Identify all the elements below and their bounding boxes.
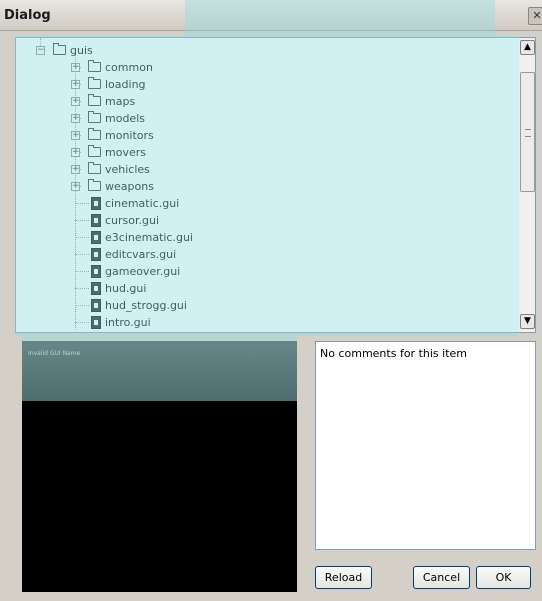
tree-item-label: gameover.gui: [105, 265, 181, 278]
expand-icon[interactable]: +: [71, 131, 80, 140]
folder-icon: [88, 145, 101, 157]
expand-icon[interactable]: +: [71, 148, 80, 157]
tree-item[interactable]: hud.gui: [16, 280, 519, 297]
tree-item-label: hud.gui: [105, 282, 147, 295]
tree-item[interactable]: hud_strogg.gui: [16, 297, 519, 314]
preview-text: Invalid GUI Name: [28, 350, 81, 357]
expand-icon[interactable]: +: [71, 80, 80, 89]
folder-icon: [88, 179, 101, 191]
tree-item-label: monitors: [105, 129, 154, 142]
tree-item[interactable]: + vehicles: [16, 161, 519, 178]
folder-icon: [88, 162, 101, 174]
tree-item-label: guis: [70, 44, 93, 57]
gui-preview: Invalid GUI Name: [22, 341, 297, 592]
file-icon: [91, 299, 101, 312]
tree-item-label: movers: [105, 146, 146, 159]
file-icon: [91, 316, 101, 329]
file-icon: [91, 282, 101, 295]
file-icon: [91, 197, 101, 210]
expand-icon[interactable]: +: [71, 63, 80, 72]
title-bar: Dialog ✕: [0, 0, 542, 31]
file-icon: [91, 265, 101, 278]
comments-text: No comments for this item: [320, 347, 467, 360]
folder-icon: [88, 128, 101, 140]
tree-rows: − guis + common + loading + maps + models + monitor…: [16, 38, 519, 332]
tree-item[interactable]: + maps: [16, 93, 519, 110]
tree-item[interactable]: + loading: [16, 76, 519, 93]
tree-item-label: common: [105, 61, 153, 74]
expand-icon[interactable]: +: [71, 182, 80, 191]
chevron-down-icon: ▼: [524, 316, 531, 326]
chevron-up-icon: ▲: [524, 42, 531, 52]
tree-item[interactable]: gameover.gui: [16, 263, 519, 280]
tree-item[interactable]: intro.gui: [16, 314, 519, 331]
tree-item[interactable]: − guis: [16, 42, 519, 59]
tree-item[interactable]: e3cinematic.gui: [16, 229, 519, 246]
collapse-icon[interactable]: −: [36, 46, 45, 55]
scroll-down-button[interactable]: ▼: [520, 314, 535, 329]
tree-item[interactable]: cursor.gui: [16, 212, 519, 229]
window-title: Dialog: [4, 8, 51, 23]
tree-item-label: loading: [105, 78, 146, 91]
tree-item-label: intro.gui: [105, 316, 151, 329]
tree-item-label: weapons: [105, 180, 154, 193]
folder-icon: [88, 60, 101, 72]
tree-item-label: editcvars.gui: [105, 248, 177, 261]
file-icon: [91, 248, 101, 261]
close-icon: ✕: [532, 9, 542, 22]
expand-icon[interactable]: +: [71, 114, 80, 123]
comments-box[interactable]: No comments for this item: [315, 341, 536, 550]
tree-item-label: models: [105, 112, 145, 125]
tree-item[interactable]: + movers: [16, 144, 519, 161]
file-icon: [91, 214, 101, 227]
ok-button[interactable]: OK: [476, 566, 531, 589]
tree-item[interactable]: + common: [16, 59, 519, 76]
tree-item-label: cinematic.gui: [105, 197, 180, 210]
expand-icon[interactable]: +: [71, 97, 80, 106]
reload-button[interactable]: Reload: [315, 566, 372, 589]
tree-item-label: e3cinematic.gui: [105, 231, 193, 244]
file-icon: [91, 231, 101, 244]
tree-item[interactable]: + models: [16, 110, 519, 127]
folder-icon: [88, 77, 101, 89]
expand-icon[interactable]: +: [71, 165, 80, 174]
folder-icon: [88, 94, 101, 106]
tree-item[interactable]: editcvars.gui: [16, 246, 519, 263]
vertical-scrollbar[interactable]: ▲ ▼: [519, 38, 535, 332]
folder-icon: [53, 43, 66, 55]
tree-item[interactable]: + monitors: [16, 127, 519, 144]
grip-icon: [525, 129, 531, 137]
tree-item-label: vehicles: [105, 163, 150, 176]
tree-item[interactable]: cinematic.gui: [16, 195, 519, 212]
folder-icon: [88, 111, 101, 123]
scroll-thumb[interactable]: [520, 72, 535, 192]
cancel-button[interactable]: Cancel: [413, 566, 470, 589]
tree-item-label: hud_strogg.gui: [105, 299, 187, 312]
tree-item[interactable]: + weapons: [16, 178, 519, 195]
tree-item-label: cursor.gui: [105, 214, 160, 227]
scroll-up-button[interactable]: ▲: [520, 40, 535, 55]
tree-item-label: maps: [105, 95, 136, 108]
close-button[interactable]: ✕: [528, 7, 542, 25]
file-tree[interactable]: − guis + common + loading + maps + models + monitor…: [15, 37, 536, 333]
